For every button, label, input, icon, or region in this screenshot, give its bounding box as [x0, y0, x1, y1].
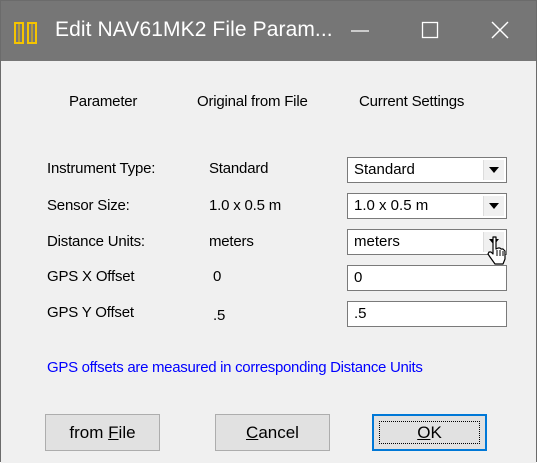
header-current-settings: Current Settings — [359, 93, 465, 110]
instrument-type-label: Instrument Type: — [47, 160, 156, 177]
maximize-button[interactable] — [396, 1, 466, 61]
gps-y-offset-original: .5 — [213, 307, 226, 324]
gps-x-offset-input[interactable]: 0 — [347, 265, 507, 291]
title-bar[interactable]: Edit NAV61MK2 File Param... — [1, 1, 536, 61]
minimize-button[interactable] — [326, 1, 396, 61]
distance-units-dropdown[interactable]: meters — [347, 229, 507, 255]
window-title: Edit NAV61MK2 File Param... — [55, 18, 333, 41]
ok-button[interactable]: OK — [372, 414, 487, 451]
sensor-size-dropdown[interactable]: 1.0 x 0.5 m — [347, 193, 507, 219]
dialog-window: Edit NAV61MK2 File Param... Parameter Or… — [0, 0, 537, 463]
instrument-type-original: Standard — [209, 160, 269, 177]
mouse-cursor-icon — [487, 236, 506, 265]
instrument-type-value: Standard — [354, 161, 415, 178]
chevron-down-icon — [489, 203, 499, 209]
sensor-size-label: Sensor Size: — [47, 197, 130, 214]
minimize-icon — [351, 30, 369, 32]
gps-x-offset-value: 0 — [354, 269, 363, 286]
gps-y-offset-value: .5 — [354, 305, 367, 322]
from-file-button[interactable]: from File — [45, 414, 160, 451]
gps-x-offset-original: 0 — [213, 268, 222, 285]
distance-units-value: meters — [354, 233, 400, 250]
sensor-size-dropdown-button[interactable] — [483, 196, 504, 216]
dialog-content: Parameter Original from File Current Set… — [1, 61, 536, 463]
distance-units-note: GPS offsets are measured in correspondin… — [47, 359, 423, 376]
distance-units-label: Distance Units: — [47, 233, 145, 250]
from-file-label: from File — [69, 422, 136, 442]
header-parameter: Parameter — [69, 93, 138, 110]
sensor-size-value: 1.0 x 0.5 m — [354, 197, 429, 214]
header-original-from-file: Original from File — [197, 93, 308, 110]
chevron-down-icon — [489, 167, 499, 173]
gps-y-offset-label: GPS Y Offset — [47, 304, 134, 321]
gps-x-offset-label: GPS X Offset — [47, 268, 135, 285]
focus-rectangle — [379, 421, 480, 444]
close-button[interactable] — [466, 1, 536, 61]
instrument-type-dropdown[interactable]: Standard — [347, 157, 507, 183]
cancel-label: Cancel — [246, 422, 299, 442]
instrument-type-dropdown-button[interactable] — [483, 160, 504, 180]
cancel-button[interactable]: Cancel — [215, 414, 330, 451]
sensor-size-original: 1.0 x 0.5 m — [209, 197, 282, 214]
maximize-icon — [421, 21, 439, 39]
app-icon — [14, 22, 37, 44]
gps-y-offset-input[interactable]: .5 — [347, 301, 507, 327]
close-icon — [491, 21, 509, 39]
distance-units-original: meters — [209, 233, 254, 250]
